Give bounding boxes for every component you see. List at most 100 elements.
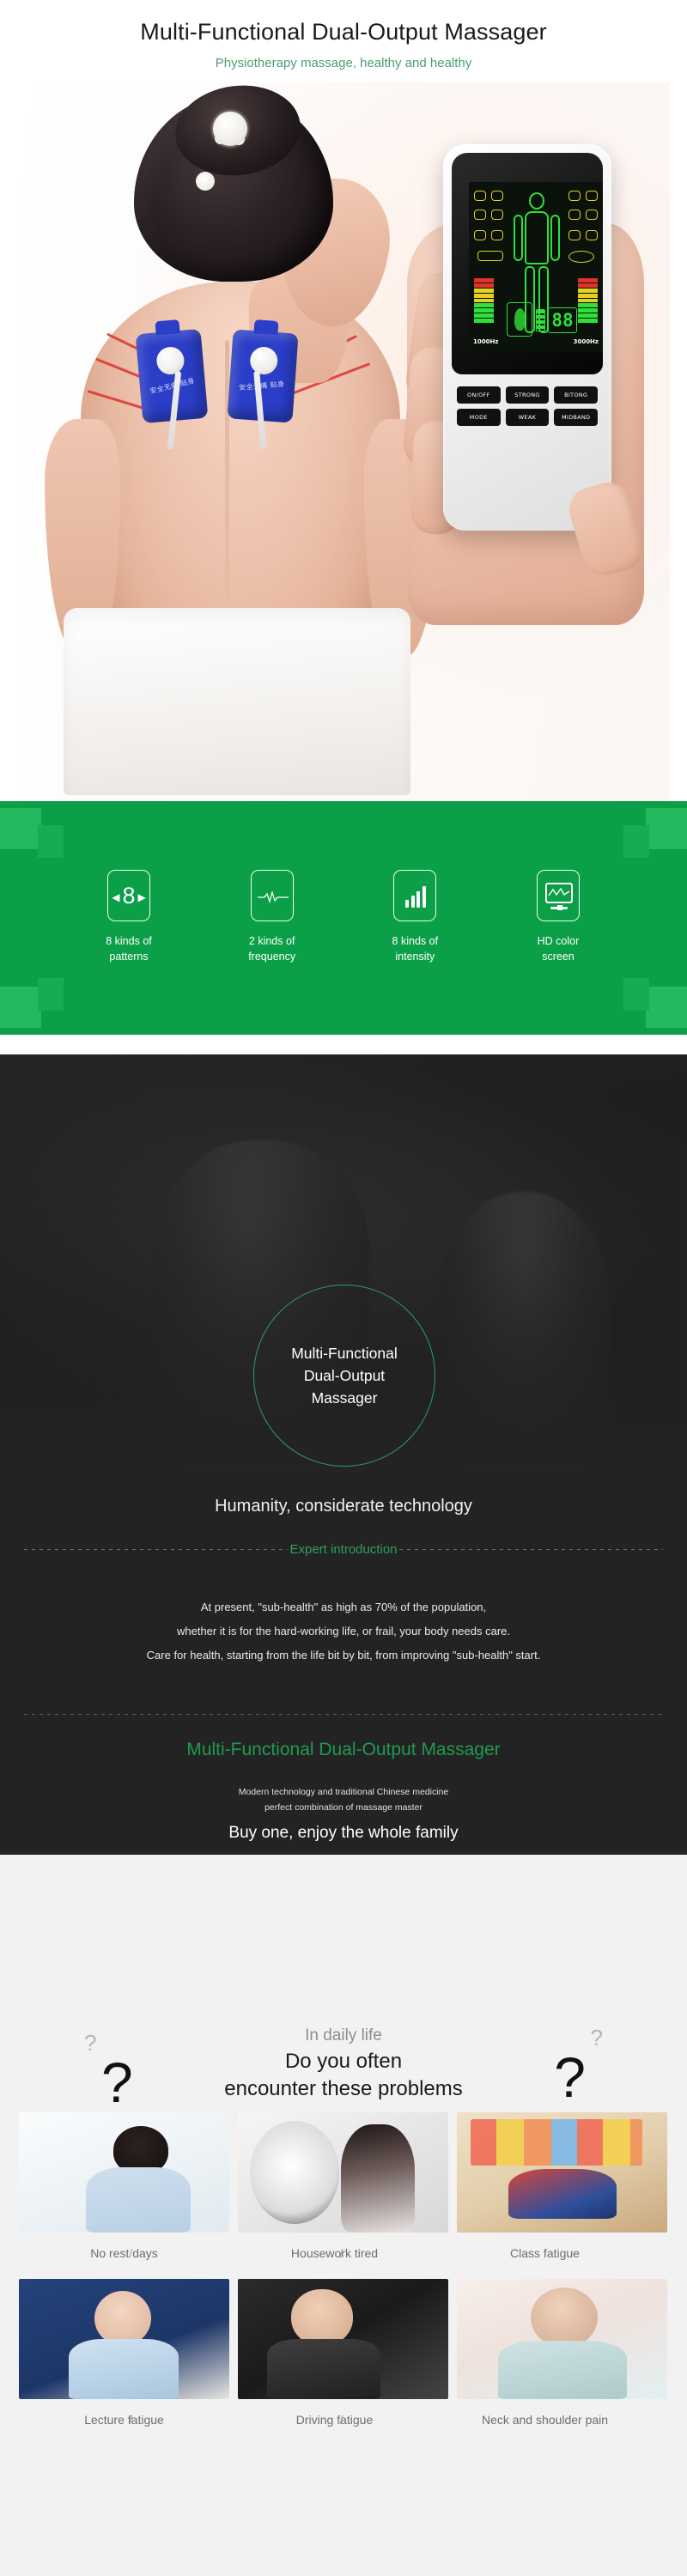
device-top-panel: 1000Hz 3000Hz 88: [452, 153, 603, 374]
left-intensity-bars-icon: [474, 277, 494, 323]
massage-mode-icon: [491, 210, 503, 220]
problem-photo-no-rest-days: [19, 2112, 229, 2233]
corner-decoration: [646, 987, 687, 1028]
corner-decoration: [0, 808, 41, 849]
feature-label-frequency: 2 kinds of frequency: [226, 933, 319, 964]
page-title: Multi-Functional Dual-Output Massager: [140, 19, 547, 45]
spine-line: [225, 340, 229, 598]
waveform-svg: [257, 891, 289, 903]
feature-label-line2: screen: [542, 951, 575, 963]
paragraph-line-1: At present, "sub-health" as high as 70% …: [200, 1601, 487, 1613]
daily-life-kicker: In daily life: [305, 2026, 382, 2044]
caption-separator: /: [129, 2413, 133, 2427]
massage-mode-icon: [474, 210, 486, 220]
brand-circle-text: Multi-Functional Dual-Output Massager: [291, 1342, 398, 1410]
feature-list: ◀ 8 ▶ 8 kinds of patterns 2 kinds of frequ…: [82, 870, 605, 964]
massage-mode-icon: [586, 191, 598, 201]
expert-paragraph: At present, "sub-health" as high as 70% …: [0, 1595, 687, 1668]
daily-life-problems-section: ? ? ? ? In daily life Do you often encou…: [0, 1855, 687, 2576]
massager-device: 1000Hz 3000Hz 88 ON/OFF STRONG BITONG MO…: [443, 144, 611, 531]
device-button-weak[interactable]: WEAK: [505, 409, 550, 426]
intensity-value: 88: [548, 307, 577, 333]
feature-label-line2: frequency: [248, 951, 296, 963]
massage-mode-icon: [491, 191, 503, 201]
device-button-panel[interactable]: ON/OFF STRONG BITONG MODE WEAK MIDBAND: [457, 386, 598, 426]
body-torso: [525, 211, 549, 264]
body-head: [529, 192, 544, 210]
feature-item-patterns: ◀ 8 ▶ 8 kinds of patterns: [82, 870, 175, 964]
page-subtitle: Physiotherapy massage, healthy and healt…: [215, 56, 472, 70]
problem-caption-driving-fatigue: Driving fatigue /: [229, 2413, 440, 2427]
signal-bars: [405, 886, 426, 908]
signal-bars-icon: [393, 870, 437, 921]
feature-label-patterns: 8 kinds of patterns: [82, 933, 175, 964]
feature-band: ◀ 8 ▶ 8 kinds of patterns 2 kinds of frequ…: [0, 801, 687, 1035]
expert-introduction-divider: Expert introduction: [24, 1542, 664, 1557]
caption-separator: /: [129, 2246, 133, 2260]
massage-mode-icon: [491, 230, 503, 240]
device-in-hand: 1000Hz 3000Hz 88 ON/OFF STRONG BITONG MO…: [402, 144, 656, 625]
problem-photo-neck-shoulder-pain: [457, 2279, 667, 2399]
problem-photo-housework-tired: [238, 2112, 448, 2233]
problem-cell: [238, 2112, 448, 2233]
corner-decoration: [623, 978, 649, 1011]
feature-item-intensity: 8 kinds of intensity: [368, 870, 461, 964]
problem-caption-lecture-fatigue: Lecture fatigue /: [19, 2413, 229, 2427]
device-button-mode[interactable]: MODE: [457, 409, 501, 426]
problem-caption-no-rest-days: No rest days /: [19, 2246, 229, 2260]
problem-caption-housework-tired: Housework tired /: [229, 2246, 440, 2260]
woman-towel: [64, 608, 410, 795]
paragraph-line-2: whether it is for the hard-working life,…: [176, 1624, 510, 1637]
divider-line-right: [398, 1549, 664, 1550]
hero-product-photo: 安全无痛 贴身 安全无痛 贴身 1000Hz 3000Hz 88 ON/OFF …: [17, 82, 670, 804]
brand-circle-line3: Massager: [311, 1389, 378, 1407]
device-button-strong[interactable]: STRONG: [505, 386, 550, 404]
daily-life-heading: In daily life Do you often encounter the…: [0, 2026, 687, 2101]
problems-grid: No rest days / Housework tired / Class f…: [19, 2112, 668, 2445]
caption-text: Class fatigue: [510, 2246, 580, 2260]
massage-mode-icon: [477, 251, 503, 261]
feature-label-line1: 8 kinds of: [392, 935, 439, 947]
corner-decoration: [623, 825, 649, 858]
monitor-frame: [544, 883, 573, 910]
massage-mode-icon: [568, 191, 581, 201]
feature-item-frequency: 2 kinds of frequency: [226, 870, 319, 964]
buy-one-message: Buy one, enjoy the whole family: [228, 1824, 459, 1842]
massage-mode-icon: [474, 191, 486, 201]
brand-circle-line2: Dual-Output: [303, 1366, 386, 1384]
battery-icon: [536, 309, 545, 331]
divider-label: Expert introduction: [289, 1542, 398, 1557]
problems-row-2: [19, 2279, 668, 2399]
section-headline: Humanity, considerate technology: [215, 1497, 472, 1516]
right-intensity-bars-icon: [578, 277, 598, 323]
massage-mode-icon: [586, 210, 598, 220]
page-header: Multi-Functional Dual-Output Massager Ph…: [0, 0, 687, 70]
electrode-pad-left: 安全无痛 贴身: [135, 319, 209, 451]
caption-separator: /: [339, 2413, 344, 2427]
cycle-mode-icon: [568, 251, 594, 263]
problems-captions-row-2: Lecture fatigue / Driving fatigue / Neck…: [19, 2413, 668, 2427]
pad-tab: [253, 319, 279, 336]
massage-mode-icon: [474, 230, 486, 240]
paragraph-line-3: Care for health, starting from the life …: [146, 1648, 541, 1662]
problem-cell: [19, 2112, 229, 2233]
monitor-screen-icon: [536, 870, 580, 921]
device-button-bitong[interactable]: BITONG: [554, 386, 598, 404]
problem-photo-lecture-fatigue: [19, 2279, 229, 2399]
hair-flower-ornament-icon: [196, 172, 215, 191]
brand-circle-line1: Multi-Functional: [291, 1344, 398, 1362]
device-button-midband[interactable]: MIDBAND: [554, 409, 598, 426]
corner-decoration: [0, 987, 41, 1028]
section-divider: [24, 1714, 663, 1715]
brand-circle-badge: Multi-Functional Dual-Output Massager: [253, 1285, 435, 1467]
corner-decoration: [646, 808, 687, 849]
problem-cell: [19, 2279, 229, 2399]
foot-mode-icon: [507, 302, 532, 337]
feature-label-screen: HD color screen: [512, 933, 605, 964]
device-button-on-off[interactable]: ON/OFF: [457, 386, 501, 404]
corner-decoration: [38, 978, 64, 1011]
caption-separator: /: [339, 2246, 344, 2260]
pad-label: 安全无痛 贴身: [238, 380, 285, 392]
problem-photo-class-fatigue: [457, 2112, 667, 2233]
left-frequency-label: 1000Hz: [473, 338, 499, 345]
